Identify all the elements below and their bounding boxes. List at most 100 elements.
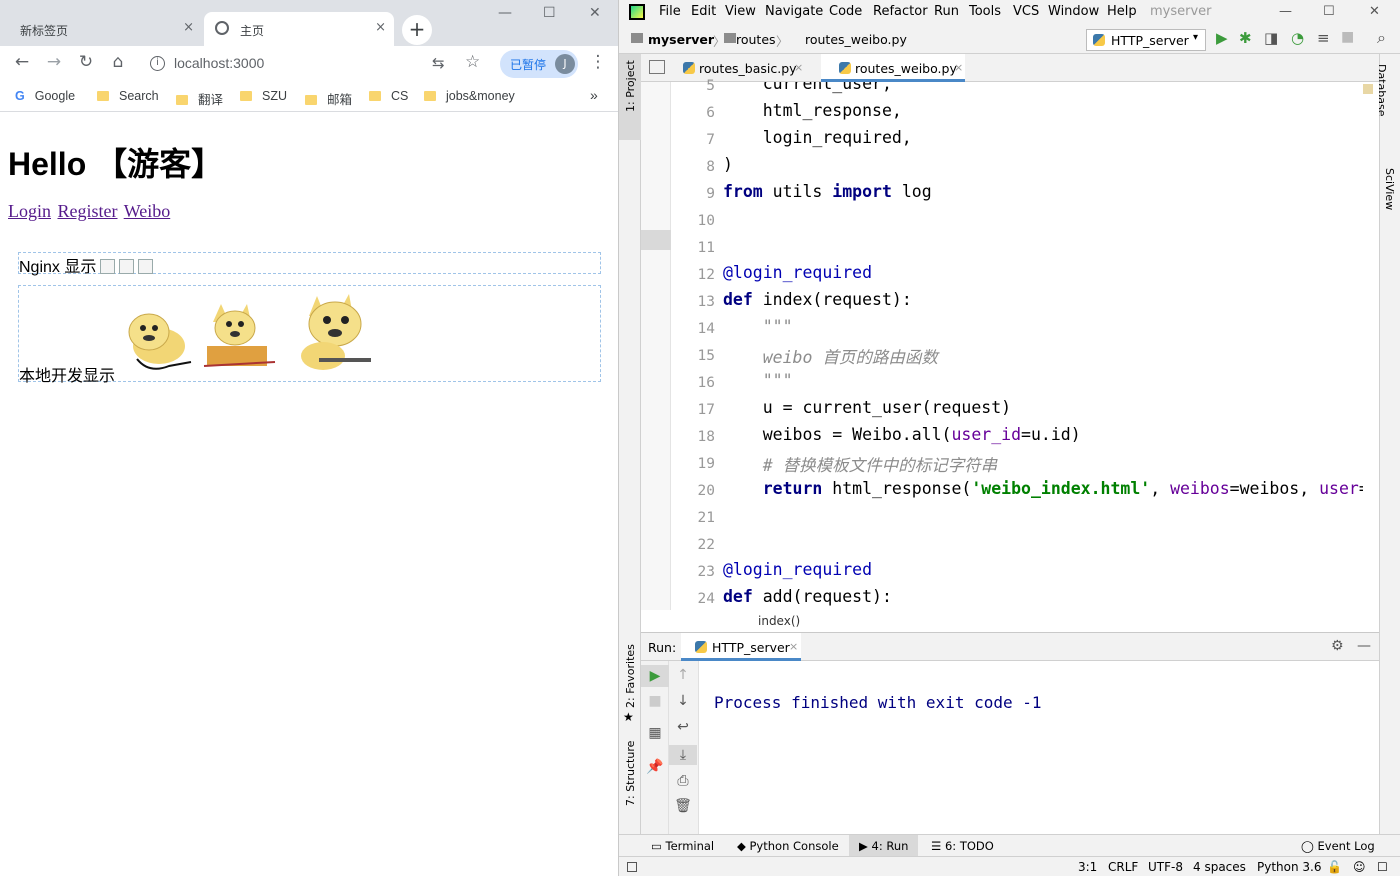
python-icon: ◆: [737, 839, 750, 853]
menu-edit[interactable]: Edit: [691, 4, 716, 19]
run-icon[interactable]: ▶: [1216, 29, 1228, 47]
bookmark-szu[interactable]: SZU: [240, 89, 287, 103]
close-icon[interactable]: ×: [954, 61, 963, 74]
menu-refactor[interactable]: Refactor: [873, 4, 928, 19]
translate-icon[interactable]: ⇆: [432, 54, 445, 72]
menu-help[interactable]: Help: [1107, 4, 1137, 19]
bookmark-cs[interactable]: CS: [369, 89, 408, 103]
debug-icon[interactable]: ✱: [1239, 29, 1252, 47]
minimize-button[interactable]: —: [1279, 4, 1292, 19]
coverage-icon[interactable]: ◨: [1264, 29, 1278, 47]
indent-setting[interactable]: 4 spaces: [1193, 860, 1246, 874]
paused-sync-button[interactable]: 已暂停 J: [500, 50, 578, 78]
breadcrumb-folder[interactable]: routes: [736, 32, 776, 47]
arrow-up-icon[interactable]: ↑: [669, 667, 697, 683]
run-tab-label: HTTP_server: [712, 640, 790, 655]
pin-icon[interactable]: 📌: [641, 759, 669, 775]
python-interpreter[interactable]: Python 3.6: [1257, 860, 1322, 874]
close-window-button[interactable]: ✕: [1369, 4, 1380, 19]
minimize-button[interactable]: —: [498, 5, 512, 21]
layout-icon[interactable]: ▦: [641, 725, 669, 741]
login-link[interactable]: Login: [8, 201, 51, 221]
sciview-tool-label[interactable]: SciView: [1383, 168, 1396, 210]
code-editor[interactable]: 5 6 7 8 9 10 11 12 13 14 15 16 17 18 19 20 21 22 23 24 curr…: [641, 78, 1379, 632]
forward-arrow-icon[interactable]: →: [42, 52, 66, 72]
panel-icon[interactable]: [649, 60, 665, 74]
code-line: @login_required: [723, 263, 873, 282]
minimize-panel-icon[interactable]: —: [1357, 638, 1371, 654]
todo-tool-button[interactable]: ☰ 6: TODO: [931, 839, 994, 853]
soft-wrap-icon[interactable]: ↩: [669, 719, 697, 735]
maximize-button[interactable]: ☐: [1323, 4, 1335, 19]
weibo-link[interactable]: Weibo: [124, 201, 171, 221]
notification-icon[interactable]: ☐: [1377, 860, 1388, 874]
run-panel-header: Run: HTTP_server × ⚙ —: [641, 633, 1379, 661]
terminal-tool-button[interactable]: ▭ Terminal: [651, 839, 714, 853]
breadcrumb-file[interactable]: routes_weibo.py: [805, 32, 907, 47]
favorites-tool-label[interactable]: 2: Favorites: [624, 644, 637, 708]
close-icon[interactable]: ×: [183, 20, 194, 35]
caret-position[interactable]: 3:1: [1078, 860, 1097, 874]
code-line: login_required,: [723, 128, 912, 147]
profile-icon[interactable]: ◔: [1291, 29, 1304, 47]
close-icon[interactable]: ×: [375, 20, 386, 35]
close-icon[interactable]: ×: [794, 61, 803, 74]
breadcrumb-project[interactable]: myserver: [648, 32, 714, 47]
menu-vcs[interactable]: VCS: [1013, 4, 1039, 19]
new-tab-button[interactable]: +: [402, 15, 432, 45]
address-bar[interactable]: i localhost:3000 ⇆ ☆: [140, 50, 490, 78]
code-breadcrumb-function[interactable]: index(): [758, 614, 800, 628]
stop-icon[interactable]: ■: [641, 693, 669, 709]
menu-window[interactable]: Window: [1048, 4, 1099, 19]
file-encoding[interactable]: UTF-8: [1148, 860, 1183, 874]
tab-routes-weibo[interactable]: routes_weibo.py ×: [821, 54, 965, 82]
run-icon: ▶: [859, 839, 872, 853]
event-log-button[interactable]: ◯ Event Log: [1301, 839, 1375, 853]
arrow-down-icon[interactable]: ↓: [669, 693, 697, 709]
star-icon[interactable]: ☆: [465, 52, 480, 72]
stop-icon[interactable]: ■: [1341, 29, 1354, 45]
close-window-button[interactable]: ✕: [589, 5, 601, 21]
bookmark-search[interactable]: Search: [97, 89, 159, 103]
run-tool-button[interactable]: ▶ 4: Run: [849, 835, 919, 857]
close-icon[interactable]: ×: [789, 640, 798, 653]
menu-code[interactable]: Code: [829, 4, 862, 19]
menu-view[interactable]: View: [725, 4, 756, 19]
print-icon[interactable]: ⎙: [669, 773, 697, 789]
scroll-to-end-icon[interactable]: ⤓: [669, 745, 697, 765]
project-tool-tab[interactable]: 1: Project: [619, 54, 641, 140]
gear-icon[interactable]: ⚙: [1331, 638, 1344, 654]
line-separator[interactable]: CRLF: [1108, 860, 1138, 874]
structure-tool-label[interactable]: 7: Structure: [624, 741, 637, 806]
bookmark-google[interactable]: G Google: [15, 89, 75, 103]
reload-icon[interactable]: ↻: [74, 52, 98, 72]
build-icon[interactable]: ≡: [1317, 29, 1330, 47]
menu-navigate[interactable]: Navigate: [765, 4, 823, 19]
run-config-select[interactable]: HTTP_server ▾: [1086, 29, 1206, 51]
back-arrow-icon[interactable]: ←: [10, 52, 34, 72]
menu-kebab-icon[interactable]: ⋮: [586, 52, 610, 72]
tab-label: routes_weibo.py: [855, 61, 957, 76]
maximize-button[interactable]: ☐: [543, 5, 556, 21]
toggle-panels-icon[interactable]: [627, 862, 637, 872]
menu-run[interactable]: Run: [934, 4, 959, 19]
search-icon[interactable]: ⌕: [1377, 28, 1386, 48]
tab-home[interactable]: 主页 ×: [204, 12, 394, 46]
bookmark-translate[interactable]: 翻译: [176, 89, 223, 108]
tab-new-tab[interactable]: 新标签页 ×: [8, 12, 202, 46]
bookmark-mail[interactable]: 邮箱: [305, 89, 352, 108]
home-icon[interactable]: ⌂: [106, 52, 130, 72]
lock-icon[interactable]: 🔓: [1327, 860, 1342, 874]
register-link[interactable]: Register: [58, 201, 118, 221]
bookmarks-more-button[interactable]: »: [590, 87, 598, 103]
code-line: return html_response('weibo_index.html',…: [762, 479, 1363, 498]
menu-tools[interactable]: Tools: [969, 4, 1001, 19]
trash-icon[interactable]: 🗑: [669, 798, 697, 814]
info-icon[interactable]: i: [150, 56, 165, 71]
python-console-tool-button[interactable]: ◆ Python Console: [737, 839, 839, 853]
bookmark-jobs[interactable]: jobs&money: [424, 89, 515, 103]
menu-file[interactable]: File: [659, 4, 681, 19]
rerun-icon[interactable]: ▶: [641, 665, 669, 687]
inspector-icon[interactable]: ☺: [1353, 860, 1366, 874]
run-tab-http-server[interactable]: HTTP_server ×: [681, 633, 801, 661]
